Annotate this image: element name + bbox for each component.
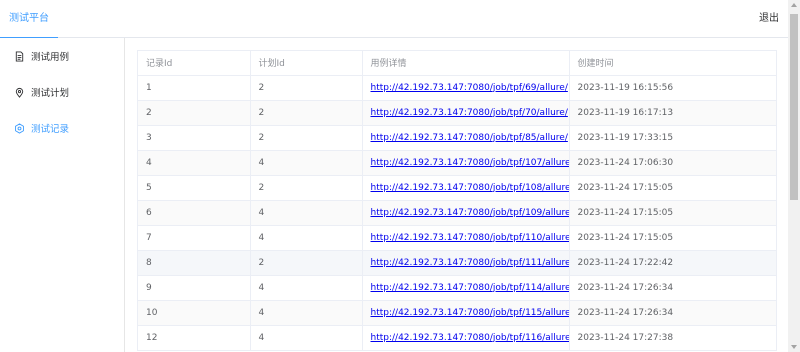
column-header-created[interactable]: 创建时间 bbox=[569, 51, 776, 76]
detail-link[interactable]: http://42.192.73.147:7080/job/tpf/110/al… bbox=[371, 233, 569, 243]
sidebar-item-test-plans[interactable]: 测试计划 bbox=[0, 74, 124, 110]
detail-link[interactable]: http://42.192.73.147:7080/job/tpf/85/all… bbox=[371, 133, 568, 143]
created-cell: 2023-11-24 17:26:34 bbox=[569, 275, 776, 301]
sidebar-item-test-records[interactable]: 测试记录 bbox=[0, 110, 124, 146]
detail-cell: http://42.192.73.147:7080/job/tpf/116/al… bbox=[362, 325, 570, 351]
detail-cell: http://42.192.73.147:7080/job/tpf/85/all… bbox=[362, 125, 570, 151]
table-row[interactable]: 10 4 http://42.192.73.147:7080/job/tpf/1… bbox=[138, 300, 776, 326]
record-id-cell: 3 bbox=[138, 125, 251, 151]
scroll-down-icon[interactable] bbox=[791, 345, 797, 349]
plan-id-cell: 2 bbox=[250, 75, 363, 101]
sidebar-item-label: 测试用例 bbox=[31, 52, 70, 63]
record-id-cell: 5 bbox=[138, 175, 251, 201]
record-id-cell: 6 bbox=[138, 200, 251, 226]
created-cell: 2023-11-19 16:17:13 bbox=[569, 100, 776, 126]
sidebar-item-test-cases[interactable]: 测试用例 bbox=[0, 38, 124, 74]
table-row[interactable]: 1 2 http://42.192.73.147:7080/job/tpf/69… bbox=[138, 75, 776, 101]
detail-link[interactable]: http://42.192.73.147:7080/job/tpf/69/all… bbox=[371, 83, 568, 93]
detail-cell: http://42.192.73.147:7080/job/tpf/110/al… bbox=[362, 225, 570, 251]
detail-link[interactable]: http://42.192.73.147:7080/job/tpf/107/al… bbox=[371, 158, 569, 168]
plan-id-cell: 4 bbox=[250, 150, 363, 176]
record-id-cell: 10 bbox=[138, 300, 251, 326]
plan-id-cell: 2 bbox=[250, 250, 363, 276]
detail-link[interactable]: http://42.192.73.147:7080/job/tpf/108/al… bbox=[371, 183, 569, 193]
detail-link[interactable]: http://42.192.73.147:7080/job/tpf/116/al… bbox=[371, 333, 569, 343]
detail-cell: http://42.192.73.147:7080/job/tpf/111/al… bbox=[362, 250, 570, 276]
sidebar-item-label: 测试计划 bbox=[31, 88, 70, 99]
record-id-cell: 8 bbox=[138, 250, 251, 276]
table-row[interactable]: 4 4 http://42.192.73.147:7080/job/tpf/10… bbox=[138, 150, 776, 176]
document-icon bbox=[15, 50, 24, 62]
plan-id-cell: 2 bbox=[250, 175, 363, 201]
table-row[interactable]: 7 4 http://42.192.73.147:7080/job/tpf/11… bbox=[138, 225, 776, 251]
detail-link[interactable]: http://42.192.73.147:7080/job/tpf/115/al… bbox=[371, 308, 569, 318]
detail-link[interactable]: http://42.192.73.147:7080/job/tpf/111/al… bbox=[371, 258, 569, 268]
table-row[interactable]: 5 2 http://42.192.73.147:7080/job/tpf/10… bbox=[138, 175, 776, 201]
brand-label: 测试平台 bbox=[9, 13, 49, 24]
detail-cell: http://42.192.73.147:7080/job/tpf/114/al… bbox=[362, 275, 570, 301]
table-row[interactable]: 8 2 http://42.192.73.147:7080/job/tpf/11… bbox=[138, 250, 776, 276]
table-row[interactable]: 6 4 http://42.192.73.147:7080/job/tpf/10… bbox=[138, 200, 776, 226]
table-row[interactable]: 3 2 http://42.192.73.147:7080/job/tpf/85… bbox=[138, 125, 776, 151]
table-row[interactable]: 2 2 http://42.192.73.147:7080/job/tpf/70… bbox=[138, 100, 776, 126]
detail-cell: http://42.192.73.147:7080/job/tpf/109/al… bbox=[362, 200, 570, 226]
table-header-row: 记录Id 计划Id 用例详情 创建时间 bbox=[138, 51, 776, 76]
detail-link[interactable]: http://42.192.73.147:7080/job/tpf/114/al… bbox=[371, 283, 569, 293]
created-cell: 2023-11-24 17:27:38 bbox=[569, 325, 776, 351]
page-scrollbar[interactable] bbox=[788, 0, 800, 352]
created-cell: 2023-11-19 16:15:56 bbox=[569, 75, 776, 101]
record-id-cell: 9 bbox=[138, 275, 251, 301]
detail-cell: http://42.192.73.147:7080/job/tpf/115/al… bbox=[362, 300, 570, 326]
detail-cell: http://42.192.73.147:7080/job/tpf/108/al… bbox=[362, 175, 570, 201]
record-id-cell: 1 bbox=[138, 75, 251, 101]
record-id-cell: 12 bbox=[138, 325, 251, 351]
gear-icon bbox=[15, 122, 24, 134]
record-id-cell: 2 bbox=[138, 100, 251, 126]
detail-cell: http://42.192.73.147:7080/job/tpf/69/all… bbox=[362, 75, 570, 101]
location-icon bbox=[15, 87, 24, 98]
created-cell: 2023-11-24 17:26:34 bbox=[569, 300, 776, 326]
sidebar: 测试用例 测试计划 测试记录 bbox=[0, 38, 125, 352]
plan-id-cell: 4 bbox=[250, 225, 363, 251]
column-header-plan-id[interactable]: 计划Id bbox=[250, 51, 363, 76]
records-table: 记录Id 计划Id 用例详情 创建时间 1 2 http://42.192.73… bbox=[137, 50, 777, 351]
created-cell: 2023-11-24 17:15:05 bbox=[569, 225, 776, 251]
plan-id-cell: 2 bbox=[250, 125, 363, 151]
plan-id-cell: 4 bbox=[250, 275, 363, 301]
table-row[interactable]: 9 4 http://42.192.73.147:7080/job/tpf/11… bbox=[138, 275, 776, 301]
plan-id-cell: 4 bbox=[250, 325, 363, 351]
logout-button[interactable]: 退出 bbox=[759, 0, 779, 37]
detail-cell: http://42.192.73.147:7080/job/tpf/107/al… bbox=[362, 150, 570, 176]
sidebar-item-label: 测试记录 bbox=[31, 124, 70, 135]
top-header: 测试平台 退出 bbox=[0, 0, 788, 39]
record-id-cell: 7 bbox=[138, 225, 251, 251]
detail-cell: http://42.192.73.147:7080/job/tpf/70/all… bbox=[362, 100, 570, 126]
created-cell: 2023-11-24 17:06:30 bbox=[569, 150, 776, 176]
created-cell: 2023-11-24 17:22:42 bbox=[569, 250, 776, 276]
table-row[interactable]: 12 4 http://42.192.73.147:7080/job/tpf/1… bbox=[138, 325, 776, 351]
scroll-thumb[interactable] bbox=[790, 14, 798, 200]
created-cell: 2023-11-24 17:15:05 bbox=[569, 175, 776, 201]
column-header-detail[interactable]: 用例详情 bbox=[362, 51, 570, 76]
column-header-record-id[interactable]: 记录Id bbox=[138, 51, 251, 76]
plan-id-cell: 4 bbox=[250, 300, 363, 326]
scroll-up-icon[interactable] bbox=[791, 3, 797, 7]
created-cell: 2023-11-19 17:33:15 bbox=[569, 125, 776, 151]
detail-link[interactable]: http://42.192.73.147:7080/job/tpf/109/al… bbox=[371, 208, 569, 218]
brand-tab[interactable]: 测试平台 bbox=[0, 0, 58, 39]
created-cell: 2023-11-24 17:15:05 bbox=[569, 200, 776, 226]
record-id-cell: 4 bbox=[138, 150, 251, 176]
main-content: 记录Id 计划Id 用例详情 创建时间 1 2 http://42.192.73… bbox=[125, 38, 788, 352]
detail-link[interactable]: http://42.192.73.147:7080/job/tpf/70/all… bbox=[371, 108, 568, 118]
plan-id-cell: 4 bbox=[250, 200, 363, 226]
plan-id-cell: 2 bbox=[250, 100, 363, 126]
